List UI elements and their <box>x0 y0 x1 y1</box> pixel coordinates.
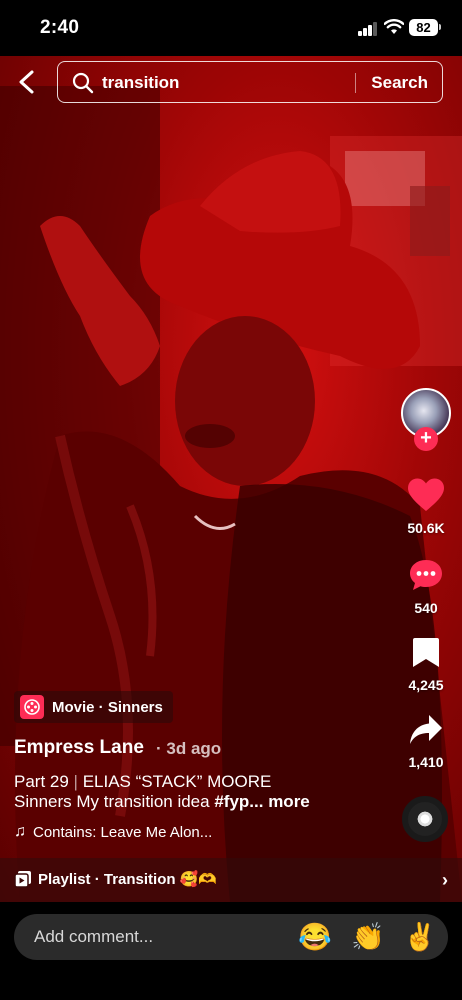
author-name[interactable]: Empress Lane <box>14 737 144 759</box>
caption-text: Sinners My transition idea <box>14 792 215 811</box>
playlist-bar[interactable]: Playlist · Transition 🥰🫶 › <box>0 858 462 902</box>
like-button[interactable]: 50.6K <box>400 478 452 536</box>
comment-icon <box>410 560 442 590</box>
sound-title: Contains: Leave Me Alon... <box>33 823 213 841</box>
search-input[interactable]: transition Search <box>57 61 443 103</box>
share-icon <box>410 715 442 744</box>
caption-part: Part 29 <box>14 772 69 791</box>
status-bar: 2:40 82 <box>0 0 462 56</box>
emoji-clap-button[interactable]: 👏 <box>351 921 385 953</box>
back-icon[interactable] <box>12 64 42 100</box>
cellular-signal-icon <box>358 22 378 36</box>
movie-tag-label: Movie · Sinners <box>52 698 163 716</box>
caption-line-1: Part 29 | ELIAS “STACK” MOORE <box>14 772 271 792</box>
heart-icon <box>408 478 444 511</box>
post-date: · 3d ago <box>156 739 222 758</box>
search-button[interactable]: Search <box>371 73 428 93</box>
search-divider <box>355 73 356 93</box>
share-count: 1,410 <box>408 754 444 770</box>
comment-bar: Add comment... 😂 👏 ✌️ <box>0 902 462 1000</box>
movie-tag[interactable]: Movie · Sinners <box>14 691 173 723</box>
caption-separator: | <box>73 772 78 791</box>
caption-title: ELIAS “STACK” MOORE <box>82 772 272 791</box>
comment-count: 540 <box>414 600 438 616</box>
search-icon <box>72 72 94 94</box>
playlist-label: Playlist · Transition 🥰🫶 <box>38 871 218 888</box>
status-time: 2:40 <box>40 17 80 38</box>
hashtag-link[interactable]: #fyp <box>214 792 249 811</box>
more-link[interactable]: ... more <box>249 792 309 811</box>
emoji-laugh-button[interactable]: 😂 <box>298 921 332 953</box>
wifi-icon <box>384 19 404 34</box>
chevron-right-icon: › <box>442 870 448 890</box>
sound-label[interactable]: ♫ Contains: Leave Me Alon... <box>14 823 212 841</box>
comment-button[interactable]: 540 <box>400 558 452 616</box>
comment-placeholder: Add comment... <box>34 927 154 946</box>
playlist-icon <box>14 871 31 888</box>
share-button[interactable]: 1,410 <box>400 714 452 770</box>
follow-plus-icon[interactable]: + <box>414 427 438 451</box>
search-query[interactable]: transition <box>102 73 179 93</box>
music-disc[interactable] <box>402 796 448 842</box>
save-button[interactable]: 4,245 <box>400 637 452 693</box>
comment-input[interactable]: Add comment... 😂 👏 ✌️ <box>14 914 448 960</box>
bookmark-icon <box>413 638 439 667</box>
music-note-icon: ♫ <box>14 823 26 840</box>
save-count: 4,245 <box>408 677 444 693</box>
battery-tip <box>439 24 441 30</box>
movie-icon <box>20 695 44 719</box>
battery-indicator: 82 <box>409 19 438 36</box>
emoji-peace-button[interactable]: ✌️ <box>403 921 437 953</box>
caption-line-2: Sinners My transition idea #fyp... more <box>14 792 310 812</box>
like-count: 50.6K <box>407 520 445 536</box>
